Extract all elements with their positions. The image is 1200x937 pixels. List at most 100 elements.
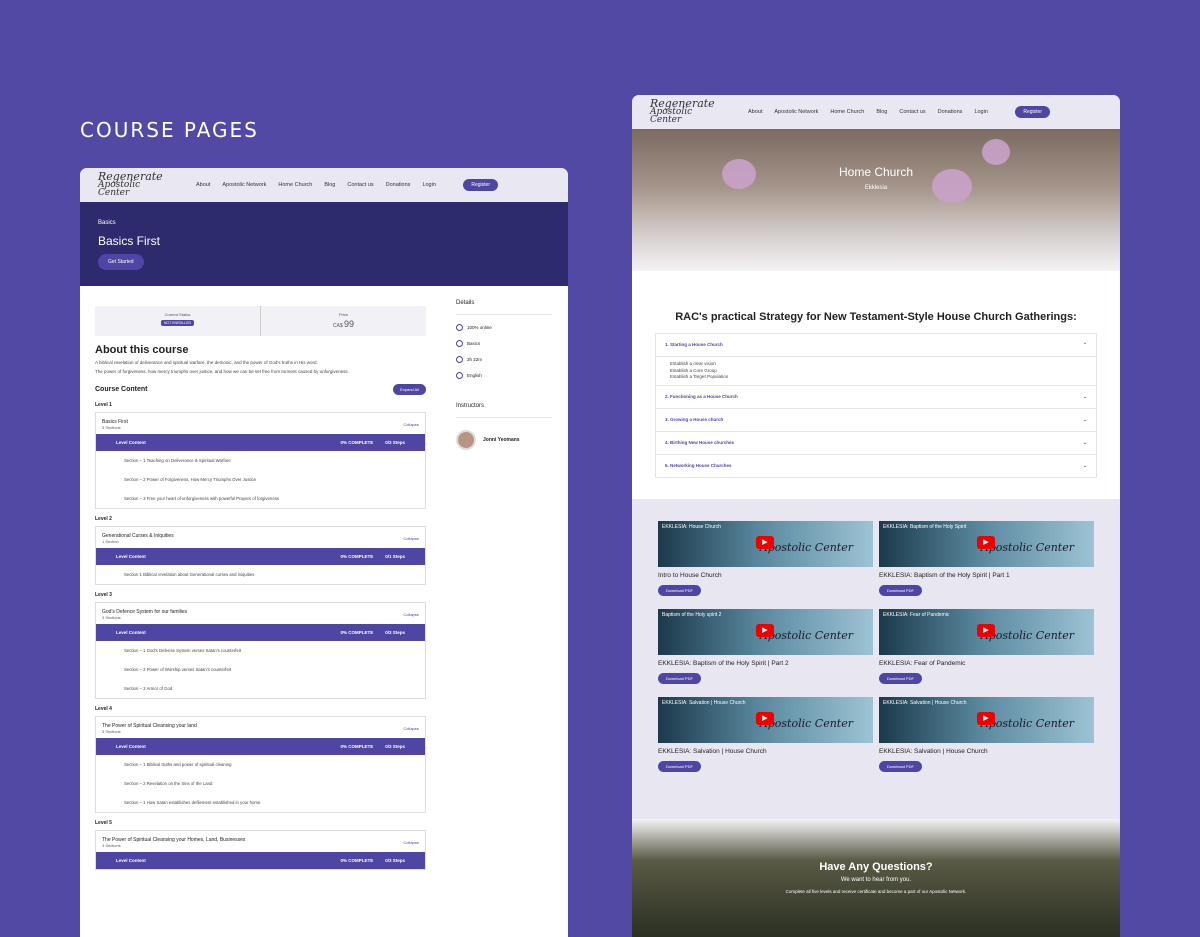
nav-link[interactable]: Donations	[386, 182, 411, 188]
section-item[interactable]: Section – 1 Biblical truths and power of…	[96, 755, 425, 774]
level-content-bar: Level Content 0% COMPLETE 0/3 Steps	[96, 624, 425, 641]
detail-item: Basics	[456, 340, 552, 347]
nav-link[interactable]: Contact us	[347, 182, 373, 188]
hero-title: Home Church	[838, 165, 914, 179]
level-header[interactable]: Generational Curses & Iniquities 1 Sectio…	[96, 527, 425, 548]
play-icon[interactable]: ▶	[977, 712, 995, 725]
nav-link[interactable]: Apostolic Network	[774, 109, 818, 115]
section-item[interactable]: Section – 2 Revelation on the Sins of th…	[96, 774, 425, 793]
level-box: The Power of Spiritual Cleansing your la…	[95, 716, 426, 813]
accordion-item[interactable]: 5. Networking House Churches ⌄	[656, 453, 1096, 477]
video-thumb-title: EKKLESIA: House Church	[662, 524, 721, 530]
accordion-item[interactable]: 3. Growing a House church ⌄	[656, 407, 1096, 431]
video-title: Intro to House Church	[658, 572, 722, 579]
about-title: About this course	[95, 344, 189, 356]
nav-link[interactable]: Blog	[324, 182, 335, 188]
collapse-button[interactable]: Collapse	[403, 422, 419, 427]
accordion-item[interactable]: 4. Birthing New House churches ⌄	[656, 430, 1096, 454]
video-thumbnail[interactable]: EKKLESIA: Fear of Pandemic Apostolic Cent…	[879, 609, 1094, 655]
nav-link[interactable]: Home Church	[278, 182, 312, 188]
download-pdf-button[interactable]: Download PDF	[658, 761, 701, 772]
get-started-button[interactable]: Get Started	[98, 254, 144, 270]
nav-link[interactable]: Blog	[876, 109, 887, 115]
level-content-bar: Level Content 0% COMPLETE 0/3 Steps	[96, 738, 425, 755]
section-item[interactable]: Section – 1 God's Defense System verses …	[96, 641, 425, 660]
play-icon[interactable]: ▶	[756, 624, 774, 637]
video-thumbnail[interactable]: EKKLESIA: Salvation | House Church Aposto…	[879, 697, 1094, 743]
price-label: Price	[338, 312, 349, 317]
play-icon[interactable]: ▶	[756, 712, 774, 725]
download-pdf-button[interactable]: Download PDF	[879, 673, 922, 684]
video-card: EKKLESIA: Salvation | House Church Aposto…	[879, 697, 1094, 773]
course-page-mockup: Regenerate Apostolic Center About Apostoli…	[80, 168, 568, 937]
play-icon[interactable]: ▶	[977, 536, 995, 549]
nav-link[interactable]: Donations	[938, 109, 963, 115]
complete-label: 0% COMPLETE	[340, 858, 374, 863]
nav-link[interactable]: Home Church	[830, 109, 864, 115]
expand-all-button[interactable]: Expand All	[393, 384, 426, 395]
collapse-button[interactable]: Collapse	[403, 840, 419, 845]
nav-link[interactable]: About	[196, 182, 210, 188]
chevron-down-icon: ⌄	[1083, 462, 1087, 468]
nav-link[interactable]: Login	[422, 182, 435, 188]
video-title: EKKLESIA: Salvation | House Church	[658, 748, 767, 755]
accordion-item[interactable]: 1. Starting a House Church ⌃	[656, 334, 1096, 356]
nav-link[interactable]: About	[748, 109, 762, 115]
instructor[interactable]: Jonni Yeomans	[456, 430, 552, 450]
level-content-bar: Level Content 0% COMPLETE 0/3 Steps	[96, 434, 425, 451]
nav-link[interactable]: Apostolic Network	[222, 182, 266, 188]
accordion-item[interactable]: 2. Functioning as a House Church ⌄	[656, 384, 1096, 408]
download-pdf-button[interactable]: Download PDF	[658, 673, 701, 684]
video-thumbnail[interactable]: EKKLESIA: Baptism of the Holy Spirit Apos…	[879, 521, 1094, 567]
level-section-count: 3 Sections	[102, 615, 121, 620]
price-currency: CA$	[332, 323, 343, 329]
download-pdf-button[interactable]: Download PDF	[879, 761, 922, 772]
strategy-accordion: 1. Starting a House Church ⌃ Establish a c…	[655, 333, 1097, 478]
complete-label: 0% COMPLETE	[340, 630, 374, 635]
questions-subtitle: We want to hear from you.	[840, 877, 912, 883]
level-header[interactable]: God's Defence System for our families 3 S…	[96, 603, 425, 624]
register-button[interactable]: Register	[463, 179, 498, 191]
video-title: EKKLESIA: Fear of Pandemic	[879, 660, 966, 667]
play-icon[interactable]: ▶	[756, 536, 774, 549]
video-card: Baptism of the Holy spirit 2 Apostolic Ce…	[658, 609, 873, 685]
collapse-button[interactable]: Collapse	[403, 726, 419, 731]
download-pdf-button[interactable]: Download PDF	[658, 585, 701, 596]
nav-link[interactable]: Login	[974, 109, 987, 115]
status-badge: NOT ENROLLED	[160, 320, 195, 326]
course-hero: Basics Basics First Get Started	[80, 202, 568, 286]
video-thumbnail[interactable]: EKKLESIA: Salvation | House Church Aposto…	[658, 697, 873, 743]
steps-label: 0/3 Steps	[385, 858, 405, 863]
nav-link[interactable]: Contact us	[899, 109, 925, 115]
video-thumbnail[interactable]: EKKLESIA: House Church Apostolic Center ▶	[658, 521, 873, 567]
register-button[interactable]: Register	[1015, 106, 1050, 118]
complete-label: 0% COMPLETE	[340, 440, 374, 445]
complete-label: 0% COMPLETE	[340, 744, 374, 749]
section-item[interactable]: Section – 2 Power of Worship verses Sata…	[96, 660, 425, 679]
collapse-button[interactable]: Collapse	[403, 536, 419, 541]
play-icon[interactable]: ▶	[977, 624, 995, 637]
section-item[interactable]: Section – 3 Armor of God	[96, 679, 425, 698]
level-header[interactable]: The Power of Spiritual Cleansing your la…	[96, 717, 425, 738]
section-item[interactable]: Section 1 Biblical revelation about Gene…	[96, 565, 425, 584]
collapse-button[interactable]: Collapse	[403, 612, 419, 617]
level-content-label: Level Content	[116, 440, 146, 445]
level-header[interactable]: The Power of Spiritual Cleansing your Ho…	[96, 831, 425, 852]
section-item[interactable]: Section – 2 Power of Forgiveness, How Me…	[96, 470, 425, 489]
level-header[interactable]: Basics First 3 Sections Collapse	[96, 413, 425, 434]
flower-image	[982, 139, 1010, 165]
video-thumbnail[interactable]: Baptism of the Holy spirit 2 Apostolic Ce…	[658, 609, 873, 655]
hero-subtitle: Ekklesia	[864, 185, 888, 191]
download-pdf-button[interactable]: Download PDF	[879, 585, 922, 596]
section-item[interactable]: Section – 1 Teaching on Deliverance & Sp…	[96, 451, 425, 470]
section-item[interactable]: Section – 3 Free your heart of unforgive…	[96, 489, 425, 508]
level-label: Level 2	[95, 516, 112, 522]
level-content-label: Level Content	[116, 858, 146, 863]
logo[interactable]: Regenerate Apostolic Center	[98, 171, 170, 198]
video-card: EKKLESIA: House Church Apostolic Center ▶ I…	[658, 521, 873, 597]
video-title: EKKLESIA: Salvation | House Church	[879, 748, 988, 755]
level-content-label: Level Content	[116, 554, 146, 559]
section-item[interactable]: Section – 1 How Satan establishes defile…	[96, 793, 425, 812]
logo[interactable]: Regenerate Apostolic Center	[650, 98, 722, 125]
video-card: EKKLESIA: Baptism of the Holy Spirit Apos…	[879, 521, 1094, 597]
